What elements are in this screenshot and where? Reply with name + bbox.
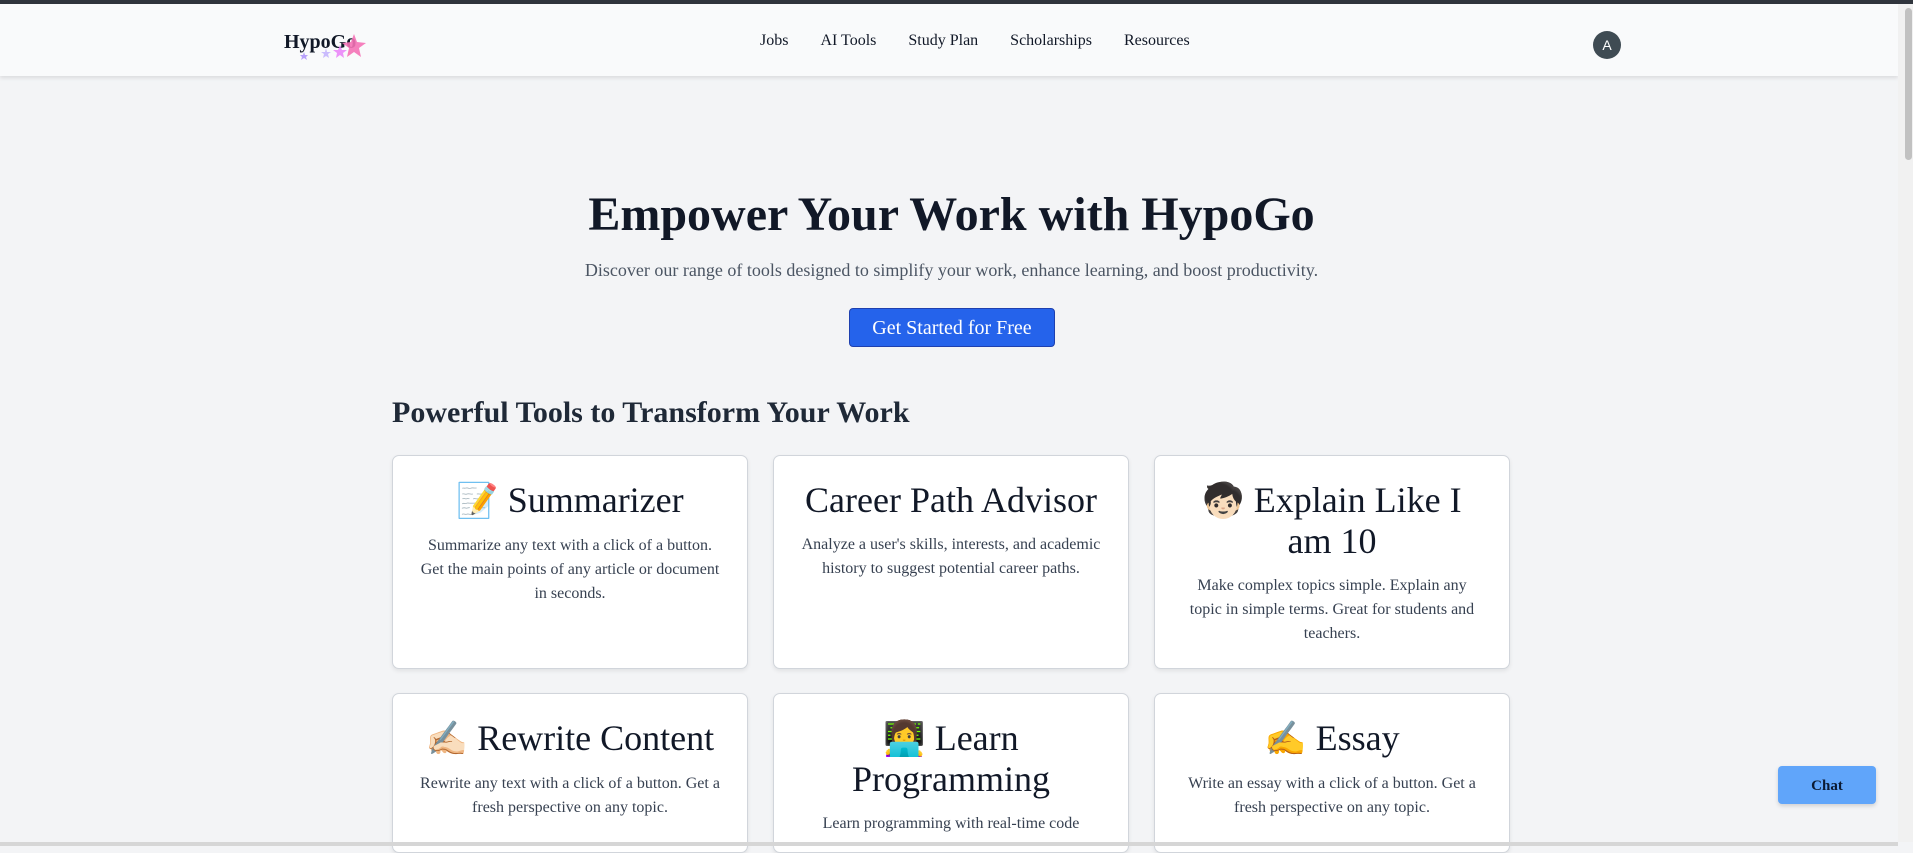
memo-icon: 📝 [456,481,499,521]
tool-card-description: Analyze a user's skills, interests, and … [801,536,1101,577]
tools-section-title: Powerful Tools to Transform Your Work [392,396,910,429]
tool-card-description: Rewrite any text with a click of a butto… [420,775,720,816]
tool-card-description: Write an essay with a click of a button.… [1188,775,1476,816]
nav-study-plan[interactable]: Study Plan [908,31,978,51]
vertical-scrollbar-thumb[interactable] [1905,8,1912,160]
nav-ai-tools[interactable]: AI Tools [820,31,876,51]
technologist-icon: 👩‍💻 [883,719,926,759]
tool-card-rewrite-content[interactable]: ✍🏻 Rewrite Content Rewrite any text with… [392,693,748,853]
hero-title: Empower Your Work with HypoGo [588,188,1315,241]
writing-hand-icon: ✍️ [1264,719,1307,759]
boy-icon: 🧒🏻 [1202,481,1245,521]
tool-card-title: 🧒🏻 Explain Like I am 10 [1202,480,1462,561]
tool-card-learn-programming[interactable]: 👩‍💻 Learn Programming Learn programming … [773,693,1129,853]
tool-card-title: 📝 Summarizer [456,480,684,521]
tool-card-career-path-advisor[interactable]: Career Path Advisor Analyze a user's ski… [773,455,1129,669]
nav-resources[interactable]: Resources [1124,31,1190,51]
tool-card-essay[interactable]: ✍️ Essay Write an essay with a click of … [1154,693,1510,853]
tool-card-description: Summarize any text with a click of a but… [420,537,720,602]
user-avatar[interactable]: A [1593,31,1621,59]
main-nav: Jobs AI Tools Study Plan Scholarships Re… [760,31,1190,51]
get-started-button[interactable]: Get Started for Free [849,308,1055,347]
nav-scholarships[interactable]: Scholarships [1010,31,1092,51]
writing-hand-icon: ✍🏻 [425,719,469,759]
tool-card-title: ✍️ Essay [1264,718,1400,759]
nav-jobs[interactable]: Jobs [760,31,788,51]
tool-card-title: 👩‍💻 Learn Programming [852,718,1050,799]
top-navbar: HypoGo Jobs AI Tools Study Plan Scholars… [0,4,1898,76]
sparkles-icon [300,34,366,60]
tool-card-title: ✍🏻 Rewrite Content [425,718,715,759]
hero-subtitle: Discover our range of tools designed to … [584,260,1319,280]
tool-card-title: Career Path Advisor [805,480,1097,520]
tool-card-summarizer[interactable]: 📝 Summarizer Summarize any text with a c… [392,455,748,669]
tool-card-explain-like-10[interactable]: 🧒🏻 Explain Like I am 10 Make complex top… [1154,455,1510,669]
chat-button[interactable]: Chat [1778,766,1876,804]
horizontal-scrollbar[interactable] [0,842,1898,846]
tool-card-description: Learn programming with real-time code [822,815,1080,832]
tool-card-description: Make complex topics simple. Explain any … [1189,577,1475,642]
